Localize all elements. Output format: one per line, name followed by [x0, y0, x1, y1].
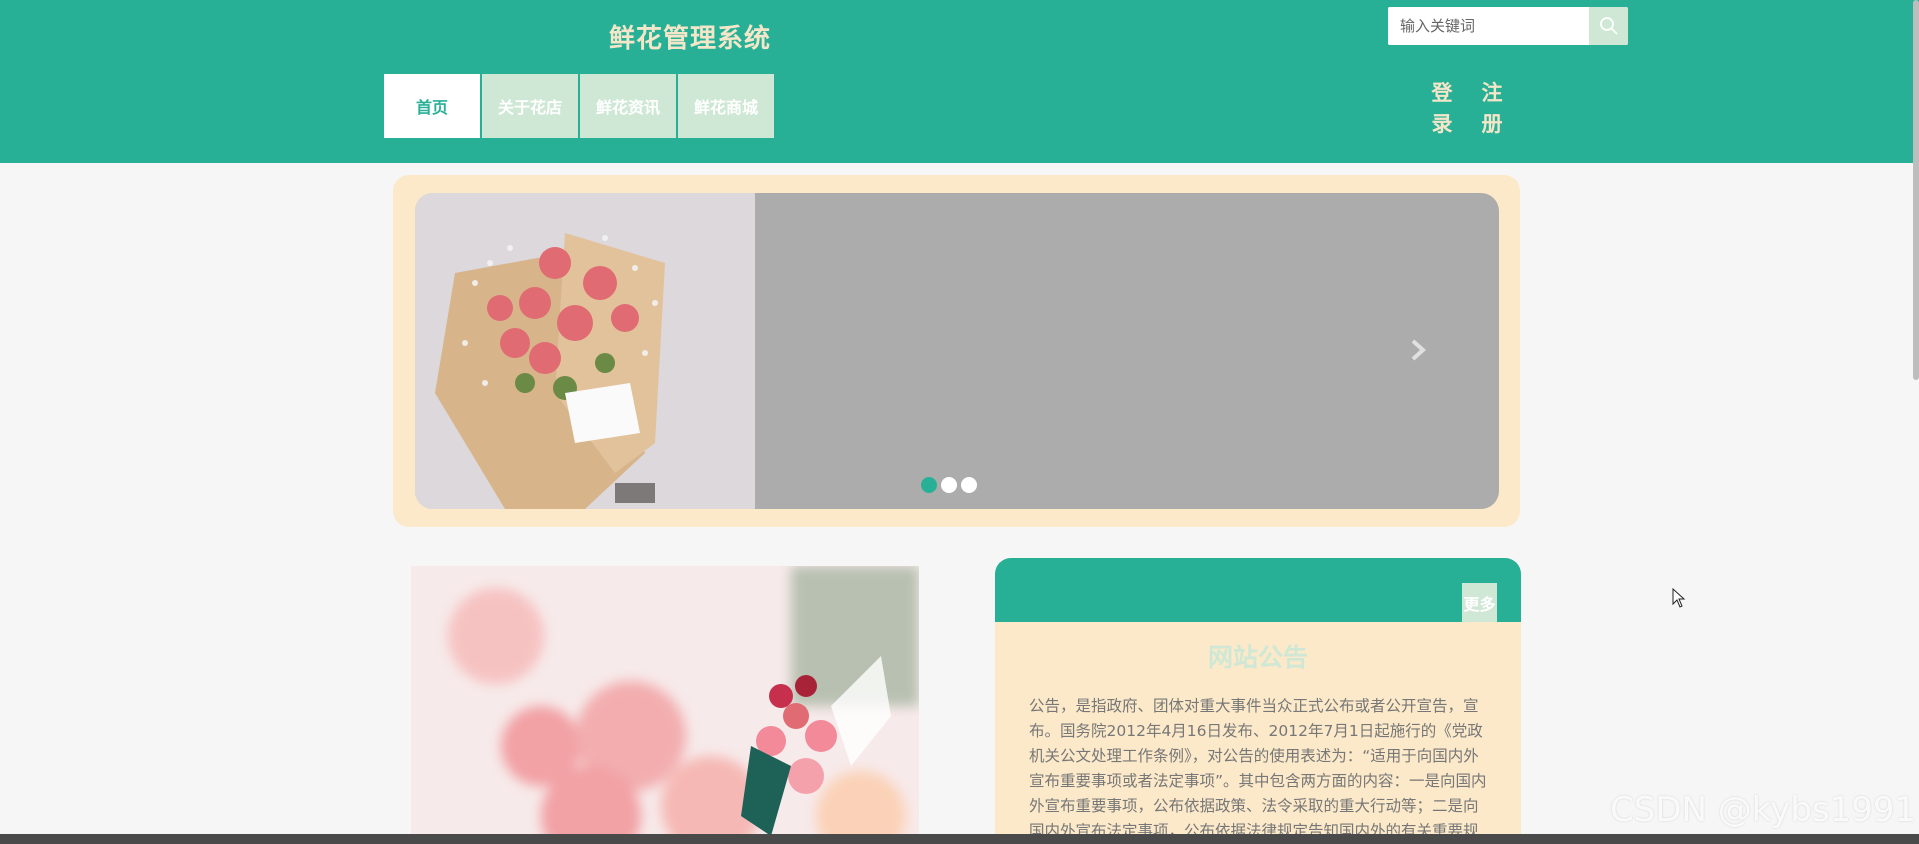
- watermark: CSDN @kybs1991: [1610, 790, 1917, 830]
- carousel-indicators: [921, 477, 977, 493]
- carousel-dot[interactable]: [921, 477, 937, 493]
- nav-flower-news[interactable]: 鲜花资讯: [580, 74, 676, 138]
- notice-title: 网站公告: [1207, 643, 1308, 672]
- search-box: [1387, 6, 1629, 46]
- nav-flower-mall[interactable]: 鲜花商城: [678, 74, 774, 138]
- scrollbar[interactable]: [1913, 0, 1919, 380]
- site-title: 鲜花管理系统: [609, 24, 772, 54]
- main-nav: 首页 关于花店 鲜花资讯 鲜花商城: [384, 74, 774, 138]
- promo-image: [411, 566, 919, 844]
- chevron-right-icon[interactable]: [1403, 335, 1433, 365]
- header: 鲜花管理系统 首页 关于花店 鲜花资讯 鲜花商城 登录 注册: [0, 0, 1919, 163]
- notice-body: 公告，是指政府、团体对重大事件当众正式公布或者公开宣告，宣布。国务院2012年4…: [1029, 697, 1487, 840]
- bouquet-image: [415, 193, 755, 509]
- nav-home[interactable]: 首页: [384, 74, 480, 138]
- search-button[interactable]: [1589, 7, 1628, 45]
- bottom-bar: [0, 834, 1919, 844]
- auth-links: 登录 注册: [1430, 78, 1504, 140]
- notice-header: 更多: [995, 558, 1521, 622]
- nav-about-shop[interactable]: 关于花店: [482, 74, 578, 138]
- carousel-dot[interactable]: [961, 477, 977, 493]
- more-button[interactable]: 更多: [1462, 583, 1497, 622]
- carousel[interactable]: [415, 193, 1499, 509]
- notice-panel: 更多 网站公告 公告，是指政府、团体对重大事件当众正式公布或者公开宣告，宣布。国…: [995, 558, 1521, 844]
- mouse-cursor-icon: [1672, 588, 1686, 608]
- carousel-frame: [393, 175, 1520, 527]
- login-link[interactable]: 登录: [1430, 78, 1454, 140]
- register-link[interactable]: 注册: [1480, 78, 1504, 140]
- search-input[interactable]: [1388, 7, 1589, 45]
- search-icon: [1599, 17, 1618, 35]
- carousel-dot[interactable]: [941, 477, 957, 493]
